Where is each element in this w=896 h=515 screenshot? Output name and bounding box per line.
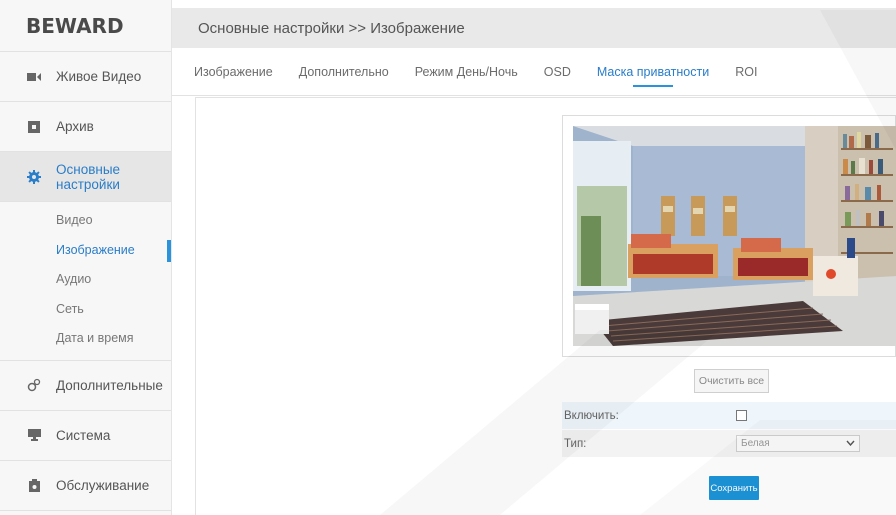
tab-day-night[interactable]: Режим День/Ночь [415, 48, 518, 96]
settings-submenu: Видео Изображение Аудио Сеть Дата и врем… [0, 202, 171, 361]
tab-osd[interactable]: OSD [544, 48, 571, 96]
sidebar-item-label: Основные настройки [56, 161, 121, 192]
sidebar-item-system[interactable]: Система [0, 411, 171, 461]
sidebar-item-maintenance[interactable]: Обслуживание [0, 461, 171, 511]
brand-logo[interactable]: BEWARD [0, 0, 171, 52]
type-select[interactable]: Белая [736, 435, 860, 452]
type-row: Тип: Белая [562, 430, 896, 457]
settings-tabs: Изображение Дополнительно Режим День/Ноч… [172, 48, 896, 96]
tab-roi[interactable]: ROI [735, 48, 757, 96]
enable-label: Включить: [564, 409, 619, 422]
type-select-value: Белая [741, 438, 770, 449]
video-preview[interactable] [573, 126, 896, 346]
gears-icon [27, 378, 41, 392]
sidebar-item-advanced[interactable]: Дополнительные [0, 361, 171, 411]
sidebar-item-basic-settings[interactable]: Основные настройки [0, 152, 171, 202]
chevron-down-icon [846, 438, 855, 449]
sidebar-item-live-video[interactable]: Живое Видео [0, 52, 171, 102]
tab-privacy-mask[interactable]: Маска приватности [597, 48, 709, 96]
type-label: Тип: [564, 437, 587, 450]
submenu-item-video[interactable]: Видео [0, 206, 171, 236]
archive-icon [27, 120, 41, 134]
video-preview-frame [562, 115, 896, 357]
sidebar-item-archive[interactable]: Архив [0, 102, 171, 152]
page-header: Основные настройки >> Изображение [172, 8, 896, 48]
tab-image[interactable]: Изображение [194, 48, 273, 96]
submenu-item-network[interactable]: Сеть [0, 295, 171, 325]
submenu-item-image[interactable]: Изображение [0, 236, 171, 266]
logo-text: BEWARD [26, 13, 124, 38]
save-button[interactable]: Сохранить [709, 476, 759, 500]
submenu-item-audio[interactable]: Аудио [0, 265, 171, 295]
sidebar-item-label: Архив [56, 119, 94, 134]
tab-additional[interactable]: Дополнительно [299, 48, 389, 96]
sidebar-item-label: Дополнительные [56, 377, 163, 393]
sidebar-item-label: Система [56, 427, 111, 443]
enable-row: Включить: [562, 402, 896, 429]
sidebar-item-label: Живое Видео [56, 69, 142, 84]
monitor-icon [27, 428, 41, 442]
breadcrumb: Основные настройки >> Изображение [198, 19, 465, 37]
clear-all-button[interactable]: Очистить все [694, 369, 769, 393]
maintenance-icon [27, 478, 41, 492]
sidebar-item-label: Обслуживание [56, 477, 150, 493]
sidebar: BEWARD Живое Видео Архив Основные настро… [0, 0, 172, 515]
video-camera-icon [27, 70, 41, 84]
submenu-item-date-time[interactable]: Дата и время [0, 324, 171, 354]
enable-checkbox[interactable] [736, 410, 747, 421]
gear-icon [27, 169, 41, 184]
